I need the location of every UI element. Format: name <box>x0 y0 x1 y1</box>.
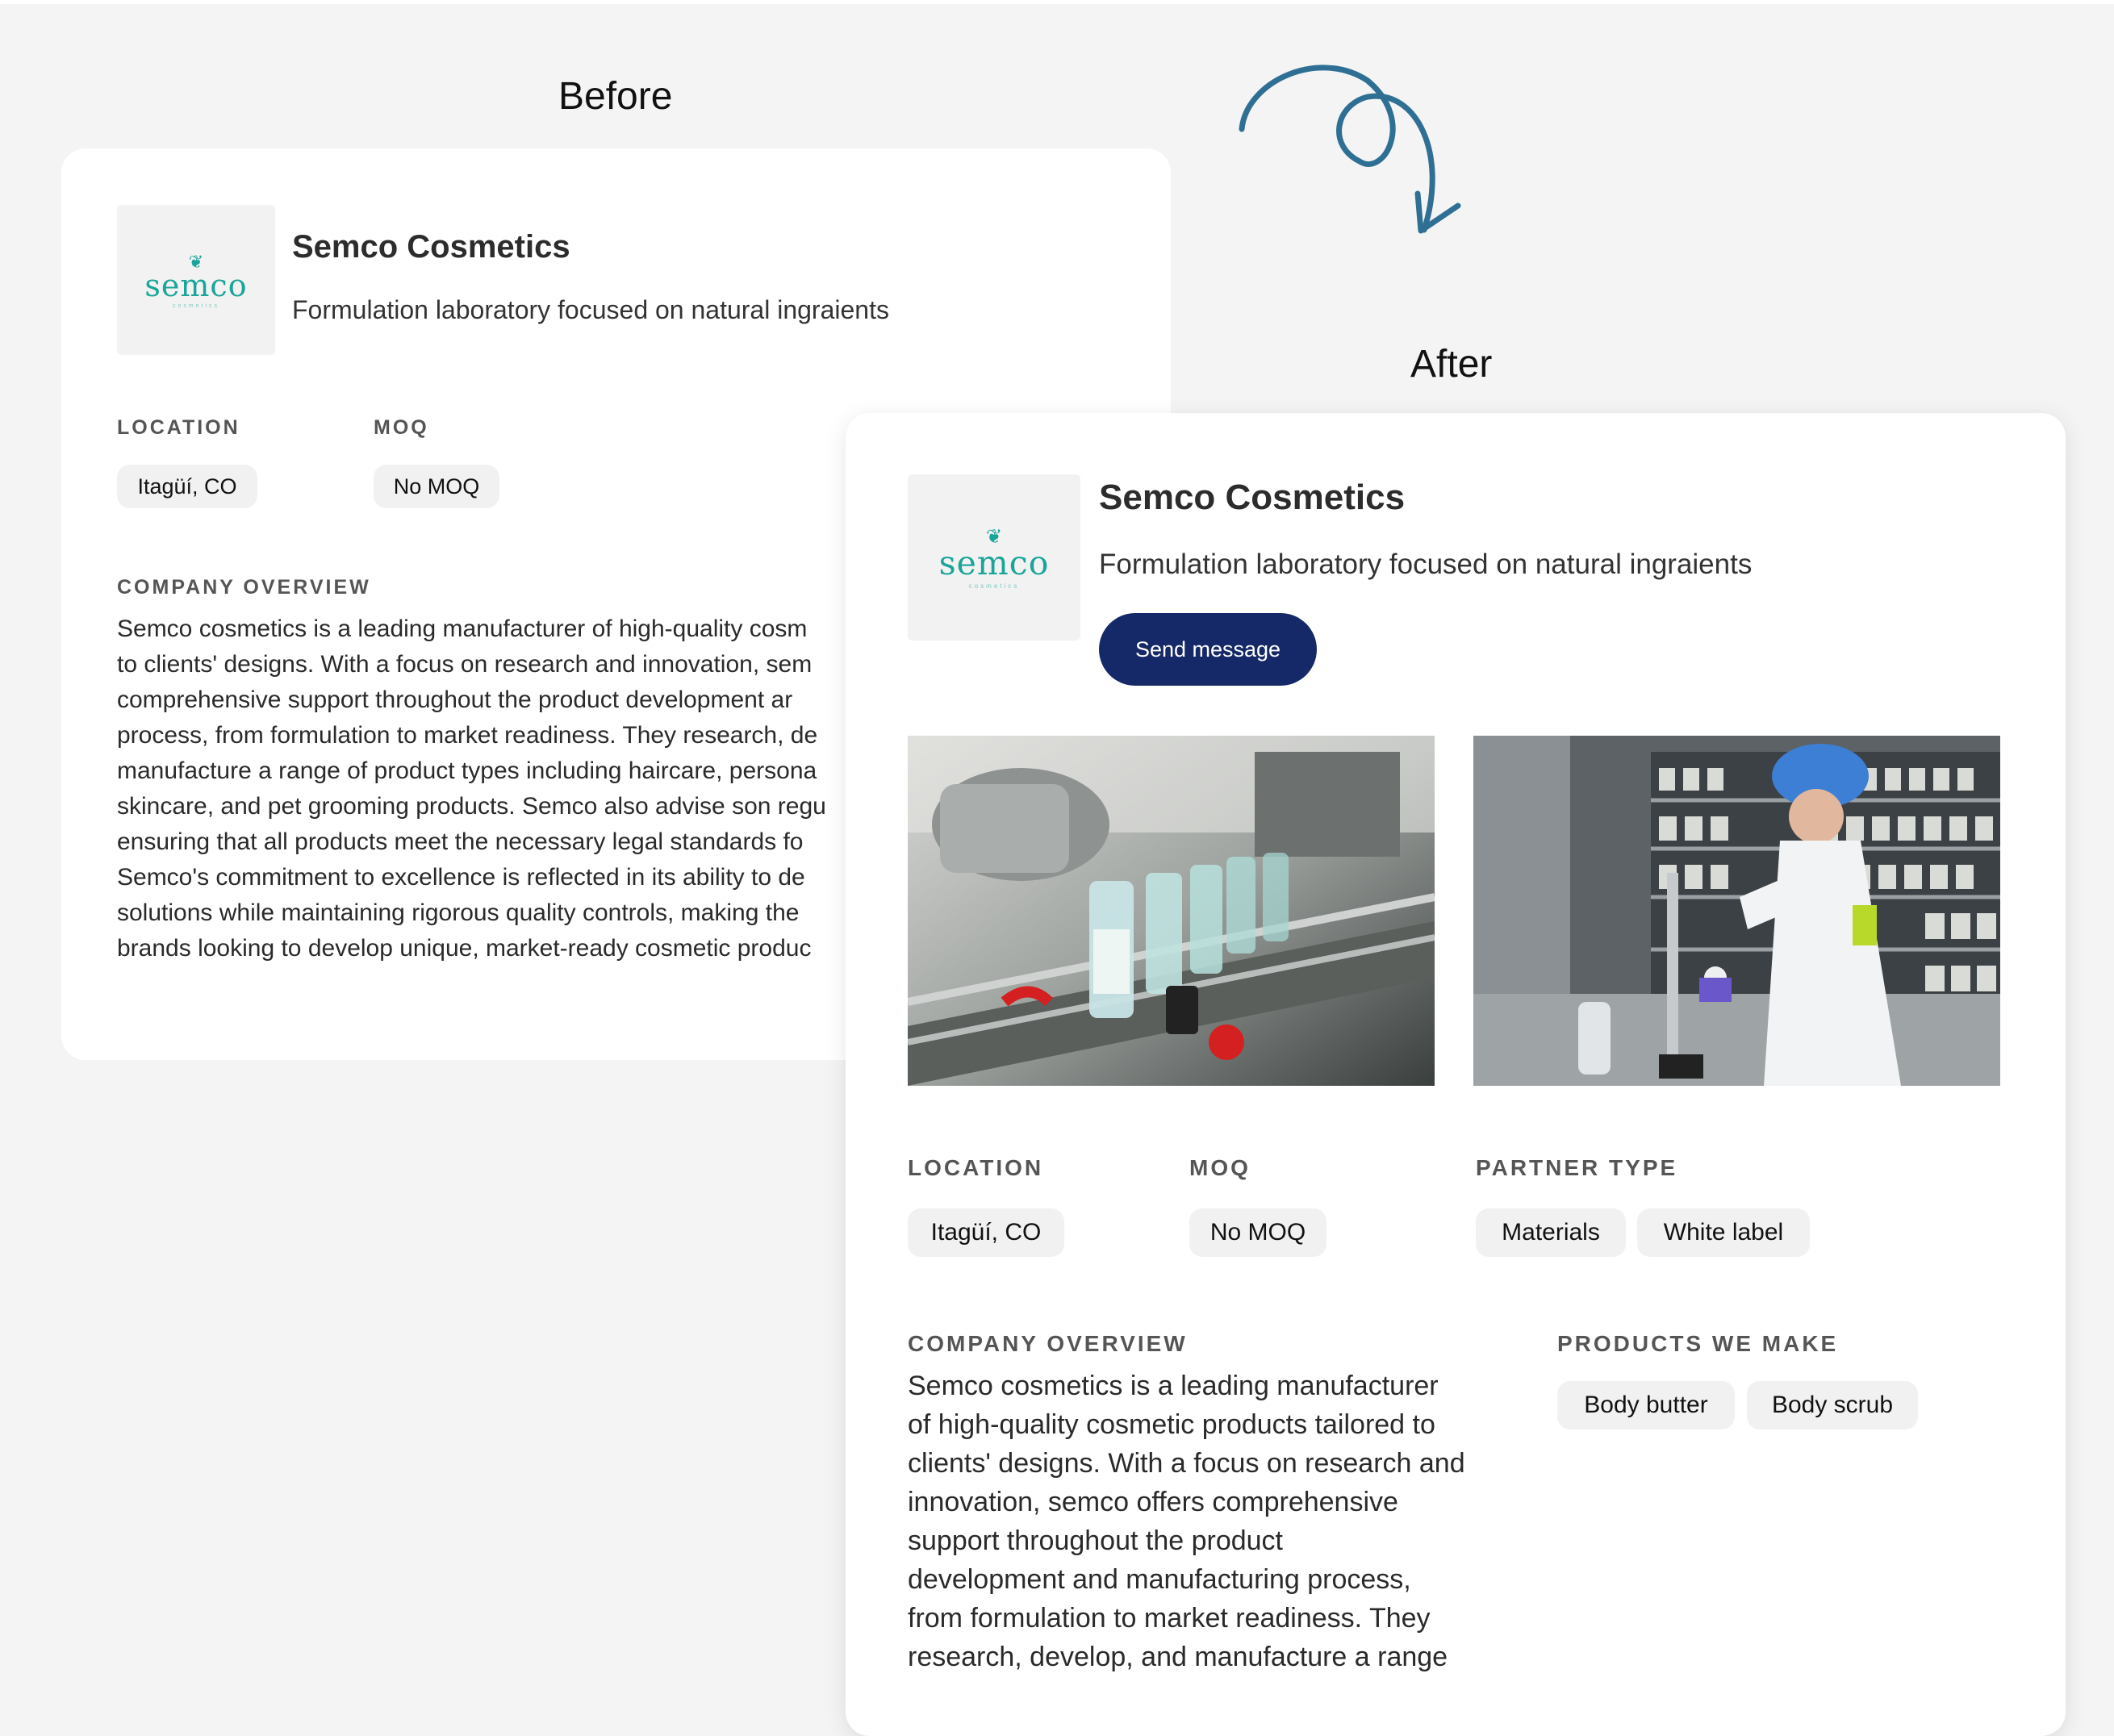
overview-text: Semco cosmetics is a leading manufacture… <box>908 1367 1489 1676</box>
after-label: After <box>1410 343 1493 386</box>
moq-chip: No MOQ <box>1189 1208 1326 1257</box>
curly-arrow-icon <box>1239 65 1461 234</box>
overview-line: to clients' designs. With a focus on res… <box>117 651 813 678</box>
location-label: LOCATION <box>908 1155 1044 1180</box>
logo-subtext: cosmetics <box>172 303 220 309</box>
overview-line: Semco cosmetics is a leading manufacture… <box>117 616 808 642</box>
overview-line: innovation, semco offers comprehensive <box>908 1487 1398 1517</box>
company-tagline: Formulation laboratory focused on natura… <box>1099 549 1753 580</box>
partner-type-label: PARTNER TYPE <box>1476 1155 1678 1180</box>
company-name: Semco Cosmetics <box>1099 478 1406 517</box>
moq-label: MOQ <box>1189 1155 1251 1180</box>
overview-line: research, develop, and manufacture a ran… <box>908 1642 1448 1672</box>
product-chip-body-butter: Body butter <box>1557 1381 1735 1429</box>
send-message-button[interactable]: Send message <box>1099 613 1317 686</box>
location-label: LOCATION <box>117 416 240 439</box>
after-card: ❦ semco cosmetics Semco Cosmetics Formul… <box>846 413 2066 1736</box>
company-logo: ❦ semco cosmetics <box>117 205 275 355</box>
overview-line: from formulation to market readiness. Th… <box>908 1603 1431 1634</box>
logo-wordmark: semco <box>938 544 1050 582</box>
overview-line: support throughout the product <box>908 1525 1283 1556</box>
products-label: PRODUCTS WE MAKE <box>1557 1331 1839 1356</box>
location-chip: Itagüí, CO <box>908 1208 1064 1257</box>
partner-chip-white-label: White label <box>1637 1208 1810 1257</box>
overview-line: development and manufacturing process, <box>908 1564 1411 1595</box>
logo-wordmark: semco <box>144 267 248 303</box>
company-logo: ❦ semco cosmetics <box>908 474 1080 641</box>
company-tagline: Formulation laboratory focused on natura… <box>292 295 889 324</box>
overview-line: of high-quality cosmetic products tailor… <box>908 1409 1435 1440</box>
moq-label: MOQ <box>374 416 429 439</box>
moq-chip: No MOQ <box>374 465 499 508</box>
location-chip: Itagüí, CO <box>117 465 257 508</box>
overview-label: COMPANY OVERVIEW <box>117 576 371 599</box>
overview-text: Semco cosmetics is a leading manufacture… <box>117 611 908 966</box>
overview-line: manufacture a range of product types inc… <box>117 757 817 784</box>
partner-chip-materials: Materials <box>1476 1208 1626 1257</box>
overview-line: comprehensive support throughout the pro… <box>117 686 793 713</box>
overview-label: COMPANY OVERVIEW <box>908 1331 1188 1356</box>
overview-line: brands looking to develop unique, market… <box>117 935 812 962</box>
top-edge <box>0 0 2114 4</box>
company-name: Semco Cosmetics <box>292 229 570 265</box>
product-chip-body-scrub: Body scrub <box>1747 1381 1918 1429</box>
logo-subtext: cosmetics <box>968 582 1020 590</box>
overview-line: ensuring that all products meet the nece… <box>117 828 804 855</box>
overview-line: Semco cosmetics is a leading manufacture… <box>908 1371 1439 1401</box>
production-line-photo <box>908 736 1435 1086</box>
overview-line: Semco's commitment to excellence is refl… <box>117 864 805 891</box>
laboratory-photo <box>1473 736 2000 1086</box>
before-label: Before <box>558 75 673 118</box>
overview-line: process, from formulation to market read… <box>117 722 818 749</box>
overview-line: skincare, and pet grooming products. Sem… <box>117 793 826 820</box>
overview-line: clients' designs. With a focus on resear… <box>908 1448 1465 1479</box>
overview-line: solutions while maintaining rigorous qua… <box>117 899 800 926</box>
